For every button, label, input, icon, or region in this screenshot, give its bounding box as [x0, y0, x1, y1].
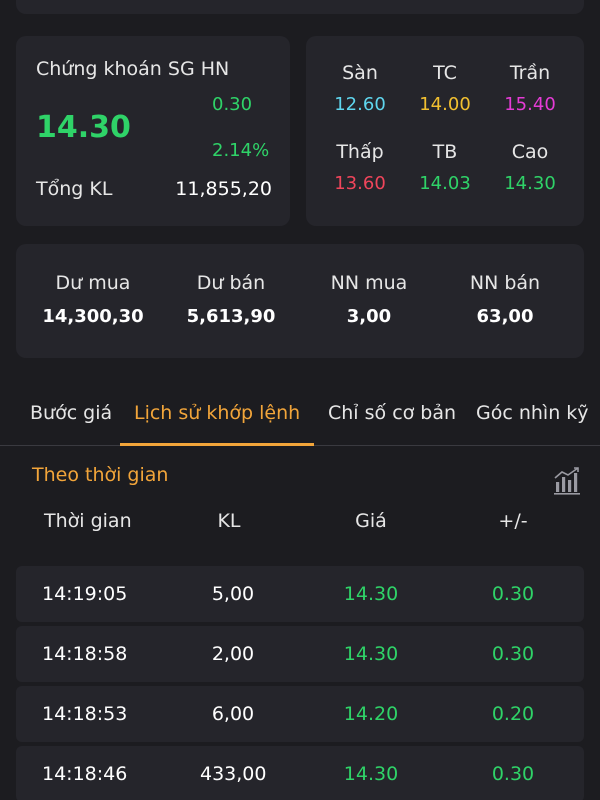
- reference-price-label: TC: [433, 62, 457, 84]
- trade-change: 0.20: [491, 703, 535, 725]
- total-volume-label: Tổng KL: [36, 178, 113, 200]
- ceiling-price: Trần 15.40: [484, 62, 576, 115]
- foreign-sell-value: 63,00: [476, 306, 534, 327]
- high-price-value: 14.30: [504, 173, 556, 194]
- floor-price-value: 12.60: [334, 94, 386, 115]
- buy-remain: Dư mua 14,300,30: [22, 272, 164, 327]
- trade-change: 0.30: [491, 583, 535, 605]
- trade-volume: 2,00: [211, 643, 255, 665]
- sell-remain-label: Dư bán: [196, 272, 266, 294]
- buy-remain-label: Dư mua: [55, 272, 131, 294]
- low-price-value: 13.60: [334, 173, 386, 194]
- stock-change: 0.30: [212, 94, 253, 115]
- tab-fundamentals[interactable]: Chỉ số cơ bản: [328, 402, 456, 424]
- detail-tabs: Bước giá Lịch sử khớp lệnh Chỉ số cơ bản…: [0, 394, 600, 446]
- top-panel-edge: [16, 0, 584, 14]
- average-price: TB 14.03: [399, 141, 491, 194]
- foreign-buy-label: NN mua: [330, 272, 408, 294]
- bar-chart-icon[interactable]: [552, 466, 582, 496]
- stock-name: Chứng khoán SG HN: [36, 58, 230, 80]
- tab-price-steps[interactable]: Bước giá: [30, 402, 112, 424]
- trade-time: 14:18:58: [42, 643, 128, 665]
- reference-price: TC 14.00: [399, 62, 491, 115]
- trade-change: 0.30: [491, 643, 535, 665]
- column-header-change: +/-: [498, 510, 528, 532]
- table-row: 14:19:05 5,00 14.30 0.30: [16, 566, 584, 622]
- buy-remain-value: 14,300,30: [42, 306, 144, 327]
- high-price-label: Cao: [511, 141, 549, 163]
- table-row: 14:18:58 2,00 14.30 0.30: [16, 626, 584, 682]
- trade-price: 14.30: [343, 583, 399, 605]
- reference-price-value: 14.00: [419, 94, 471, 115]
- trade-volume: 5,00: [211, 583, 255, 605]
- trade-price: 14.20: [343, 703, 399, 725]
- tab-technical-view[interactable]: Góc nhìn kỹ: [476, 402, 589, 424]
- average-price-value: 14.03: [419, 173, 471, 194]
- tab-match-history[interactable]: Lịch sử khớp lệnh: [134, 402, 300, 424]
- total-volume-value: 11,855,20: [175, 178, 272, 200]
- trade-time: 14:18:46: [42, 763, 128, 785]
- column-header-volume: KL: [217, 510, 241, 532]
- column-header-time: Thời gian: [44, 510, 132, 532]
- sell-remain: Dư bán 5,613,90: [160, 272, 302, 327]
- table-row: 14:18:46 433,00 14.30 0.30: [16, 746, 584, 800]
- foreign-buy-value: 3,00: [346, 306, 392, 327]
- stock-change-percent: 2.14%: [212, 140, 270, 161]
- market-depth-card: Dư mua 14,300,30 Dư bán 5,613,90 NN mua …: [16, 244, 584, 358]
- floor-price: Sàn 12.60: [314, 62, 406, 115]
- sell-remain-value: 5,613,90: [186, 306, 276, 327]
- low-price: Thấp 13.60: [314, 141, 406, 194]
- trade-volume: 6,00: [211, 703, 255, 725]
- column-header-price: Giá: [355, 510, 387, 532]
- foreign-buy: NN mua 3,00: [298, 272, 440, 327]
- foreign-sell: NN bán 63,00: [434, 272, 576, 327]
- table-row: 14:18:53 6,00 14.20 0.20: [16, 686, 584, 742]
- trade-time: 14:19:05: [42, 583, 128, 605]
- stock-price: 14.30: [36, 110, 131, 145]
- trade-price: 14.30: [343, 643, 399, 665]
- trade-change: 0.30: [491, 763, 535, 785]
- active-tab-indicator: [120, 443, 314, 446]
- average-price-label: TB: [432, 141, 458, 163]
- ceiling-price-label: Trần: [509, 62, 551, 84]
- reference-prices-card: Sàn 12.60 TC 14.00 Trần 15.40 Thấp 13.60…: [306, 36, 584, 226]
- trade-time: 14:18:53: [42, 703, 128, 725]
- foreign-sell-label: NN bán: [469, 272, 541, 294]
- stock-summary-card: Chứng khoán SG HN 14.30 0.30 2.14% Tổng …: [16, 36, 290, 226]
- trade-price: 14.30: [343, 763, 399, 785]
- floor-price-label: Sàn: [342, 62, 378, 84]
- history-section-title: Theo thời gian: [32, 464, 169, 486]
- high-price: Cao 14.30: [484, 141, 576, 194]
- trade-volume: 433,00: [200, 763, 267, 785]
- ceiling-price-value: 15.40: [504, 94, 556, 115]
- low-price-label: Thấp: [336, 141, 384, 163]
